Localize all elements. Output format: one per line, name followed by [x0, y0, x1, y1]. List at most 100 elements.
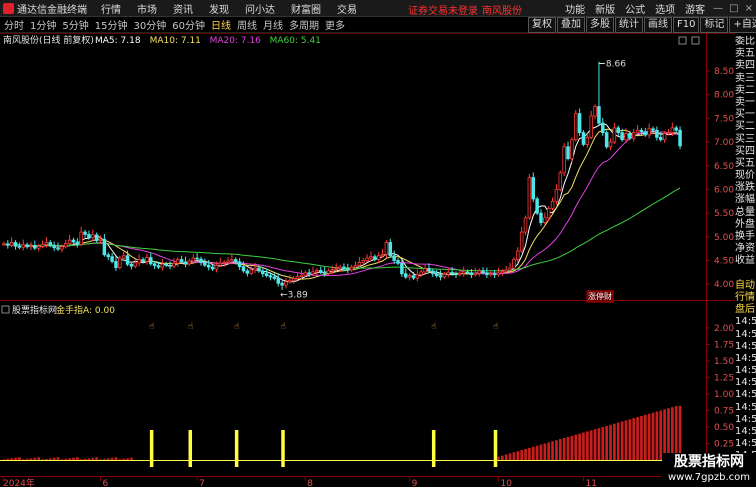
candle-body-51	[199, 258, 203, 263]
indicator-bar-early-5	[21, 459, 25, 460]
date-label-6: 11	[585, 479, 596, 487]
candle-body-77	[299, 274, 304, 277]
candle-body-138	[535, 198, 539, 214]
period-tab-7[interactable]: 周线	[234, 17, 260, 32]
candle-body-151	[585, 136, 590, 145]
price-tick-label-9: 4.00	[714, 280, 734, 290]
trade-login-notice[interactable]: 证券交易未登录 南风股份	[408, 2, 522, 17]
indicator-bar-early-13	[52, 457, 56, 460]
side-label-31: 14:5	[735, 413, 756, 425]
period-tab-5[interactable]: 60分钟	[169, 17, 208, 32]
app-logo-icon	[3, 2, 14, 14]
period-tab-2[interactable]: 5分钟	[59, 17, 91, 32]
ma-label-3: MA60: 5.41	[270, 36, 321, 46]
candle-body-149	[577, 113, 582, 134]
indicator-bar-150	[582, 432, 585, 460]
candle-body-42	[164, 263, 168, 266]
candle-body-74	[288, 279, 292, 283]
tool-button-2[interactable]: 多股	[586, 17, 614, 33]
right-menu-item-3[interactable]: 选项	[650, 1, 680, 16]
period-tab-4[interactable]: 30分钟	[130, 17, 169, 32]
high-price-label: 8.66	[606, 59, 626, 69]
side-label-20: 自动	[735, 279, 755, 291]
close-icon[interactable]: ×	[742, 3, 756, 14]
tool-button-0[interactable]: 复权	[528, 17, 556, 33]
menu-item-5[interactable]: 财富圈	[283, 1, 329, 16]
indicator-bar-164	[636, 417, 639, 460]
candle-body-87	[338, 266, 342, 269]
menu-item-4[interactable]: 问小达	[237, 1, 283, 16]
candle-body-31	[121, 255, 126, 259]
menu-item-3[interactable]: 发现	[201, 1, 237, 16]
signal-bar-4	[431, 430, 436, 467]
right-menu-item-2[interactable]: 公式	[620, 1, 650, 16]
candle-body-88	[342, 266, 346, 270]
price-tick-label-4: 6.50	[714, 162, 734, 172]
candle-body-32	[125, 255, 130, 265]
candle-body-13	[52, 244, 56, 249]
period-tab-10[interactable]: 更多	[322, 17, 348, 32]
app-logo[interactable]: 通达信金融终端	[0, 1, 93, 16]
sub-tick-label-1: 1.75	[714, 340, 734, 350]
tool-button-7[interactable]: +自选	[729, 17, 756, 33]
candle-body-23	[91, 234, 95, 239]
indicator-bar-early-7	[29, 458, 33, 460]
price-tick-label-0: 8.50	[714, 67, 734, 77]
indicator-bar-145	[562, 437, 566, 460]
indicator-bar-early-26	[103, 458, 106, 460]
tool-button-3[interactable]: 统计	[615, 17, 643, 33]
candle-body-67	[261, 270, 265, 275]
indicator-bar-134	[520, 450, 524, 460]
candle-body-165	[639, 129, 644, 133]
maximize-icon[interactable]: □	[726, 3, 741, 14]
indicator-bar-148	[574, 434, 578, 460]
minimize-icon[interactable]: —	[710, 3, 726, 14]
menu-item-0[interactable]: 行情	[93, 1, 129, 16]
right-menu-item-1[interactable]: 新版	[590, 1, 620, 16]
menu-item-2[interactable]: 资讯	[165, 1, 201, 16]
candle-body-144	[558, 172, 563, 190]
main-menu: 行情 市场 资讯 发现 问小达 财富圈 交易	[93, 1, 365, 16]
right-menu-item-0[interactable]: 功能	[560, 1, 590, 16]
period-tab-8[interactable]: 月线	[260, 17, 286, 32]
period-tab-1[interactable]: 1分钟	[27, 17, 59, 32]
ma5-line	[3, 122, 681, 283]
side-label-16: 换手	[735, 231, 755, 242]
period-tab-6[interactable]: 日线	[208, 17, 234, 32]
candle-body-122	[473, 272, 478, 276]
indicator-bar-early-25	[99, 459, 102, 460]
tool-button-4[interactable]: 画线	[644, 17, 672, 33]
indicator-bar-157	[609, 424, 612, 460]
signal-hand-icon-3: ☝	[281, 322, 286, 332]
candle-body-9	[36, 245, 41, 249]
chart-tool-buttons: 复权叠加多股统计画线F10标记+自选	[528, 17, 756, 33]
menu-item-6[interactable]: 交易	[329, 1, 365, 16]
candle-body-102	[396, 260, 400, 264]
candle-body-34	[133, 262, 138, 267]
candle-body-131	[508, 267, 512, 271]
price-tick-label-7: 5.00	[714, 233, 734, 243]
candle-body-55	[214, 264, 219, 270]
indicator-bar-early-1	[6, 458, 10, 460]
period-tab-0[interactable]: 分时	[0, 17, 27, 32]
side-label-0: 委比	[735, 36, 755, 47]
tool-button-1[interactable]: 叠加	[557, 17, 585, 33]
candle-body-136	[527, 177, 532, 219]
side-label-15: 外盘	[735, 218, 755, 230]
candle-body-106	[411, 275, 416, 279]
side-label-3: 卖三	[735, 72, 755, 84]
period-tab-9[interactable]: 多周期	[286, 17, 322, 32]
candle-body-37	[145, 257, 149, 262]
tool-button-5[interactable]: F10	[673, 17, 700, 33]
indicator-bar-137	[531, 446, 535, 460]
indicator-bar-159	[616, 422, 620, 460]
period-tab-3[interactable]: 15分钟	[92, 17, 131, 32]
candle-body-110	[427, 268, 431, 272]
indicator-bar-139	[539, 444, 543, 460]
candle-body-96	[373, 256, 377, 260]
kline-chart[interactable]: 南风股份(日线 前复权) MA5: 7.18 MA10: 7.11 MA20: 7.1…	[0, 33, 735, 487]
candle-body-82	[318, 270, 323, 273]
right-menu-item-4[interactable]: 游客	[680, 1, 710, 16]
tool-button-6[interactable]: 标记	[700, 17, 729, 33]
menu-item-1[interactable]: 市场	[129, 1, 165, 16]
